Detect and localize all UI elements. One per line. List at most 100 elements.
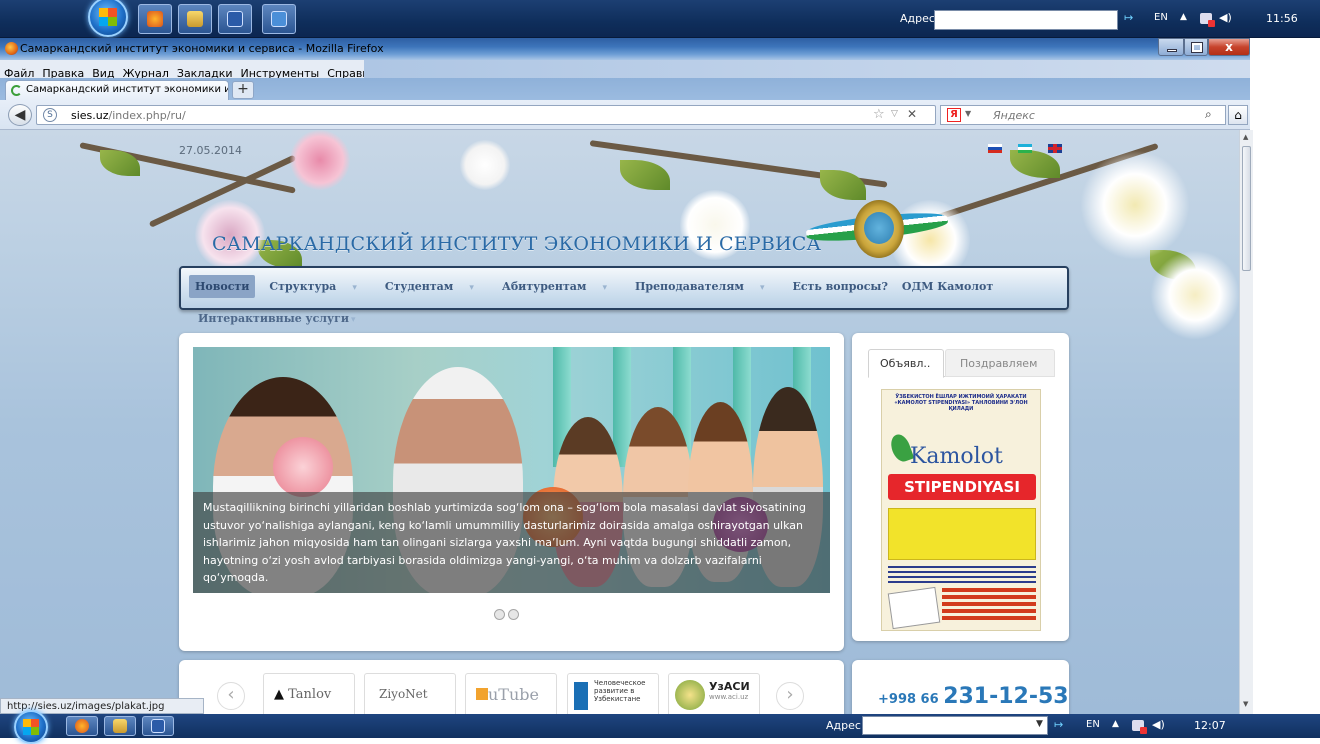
phone-number[interactable]: +998 66 231-12-53 <box>878 684 1069 709</box>
undp-icon <box>574 682 588 710</box>
site-identity-icon[interactable]: S <box>43 108 57 122</box>
clock[interactable]: 11:56 <box>1266 12 1298 25</box>
go-icon[interactable]: ↦ <box>1124 11 1133 24</box>
tab-congratulations[interactable]: Поздравляем <box>945 349 1055 377</box>
tabbar: Самаркандский институт экономики и... + <box>0 78 1250 100</box>
word-taskbar-button[interactable] <box>218 4 252 34</box>
russian-flag-icon[interactable] <box>988 144 1002 153</box>
nav-applicants[interactable]: Абитурентам ▾ <box>502 280 621 293</box>
current-date: 27.05.2014 <box>179 144 242 157</box>
volume-icon[interactable]: ◀) <box>1219 11 1232 24</box>
start-button[interactable] <box>88 0 128 37</box>
search-icon[interactable]: ⌕ <box>1205 107 1212 122</box>
dropdown-icon[interactable]: ▼ <box>1036 719 1043 729</box>
scroll-up-icon[interactable]: ▲ <box>1243 133 1248 141</box>
history-dropdown-icon[interactable]: ▽ <box>891 109 898 119</box>
english-flag-icon[interactable] <box>1048 144 1062 153</box>
poster-call-to-action <box>942 588 1036 620</box>
main-nav: Новости Структура ▾ Студентам ▾ Абитурентам ▾ П… <box>179 266 1069 310</box>
close-button[interactable]: x <box>1208 38 1250 56</box>
explorer-taskbar-button[interactable] <box>178 4 212 34</box>
start-button[interactable] <box>14 710 48 744</box>
slide-image[interactable]: Mustaqillikning birinchi yillaridan bosh… <box>193 347 830 593</box>
tray-expand-icon[interactable]: ▲ <box>1180 12 1187 22</box>
loading-icon <box>11 85 22 96</box>
app-taskbar-button[interactable] <box>262 4 296 34</box>
utube-icon <box>476 688 488 700</box>
partner-utube-label: uTube <box>488 685 539 704</box>
address-input[interactable] <box>934 10 1118 30</box>
slider-dot[interactable] <box>508 609 519 620</box>
scrollbar-thumb[interactable] <box>1242 146 1251 271</box>
explorer-taskbar-button[interactable] <box>104 716 136 736</box>
nav-questions[interactable]: Есть вопросы? <box>792 280 887 293</box>
url-host: sies.uz <box>71 109 109 122</box>
page-scrollbar[interactable]: ▲ ▼ <box>1239 130 1253 714</box>
site-title[interactable]: САМАРКАНДСКИЙ ИНСТИТУТ ЭКОНОМИКИ И СЕРВИ… <box>212 233 821 255</box>
clock[interactable]: 12:07 <box>1194 719 1226 732</box>
network-icon[interactable] <box>1200 13 1215 27</box>
poster-header: ЎЗБЕКИСТОН ЁШЛАР ИЖТИМОИЙ ҲАРАКАТИ «КАМО… <box>894 394 1028 412</box>
nav-structure[interactable]: Структура ▾ <box>269 280 370 293</box>
partner-ziyonet[interactable]: ZiyoNet <box>364 673 456 714</box>
taskbar-bottom: Адрес ▼ ↦ EN ▲ ◀) 12:07 <box>0 710 1320 744</box>
nav-kamolot[interactable]: ОДМ Камолот <box>902 280 993 293</box>
stop-icon[interactable]: ✕ <box>907 107 917 121</box>
kamolot-poster[interactable]: ЎЗБЕКИСТОН ЁШЛАР ИЖТИМОИЙ ҲАРАКАТИ «КАМО… <box>881 389 1041 631</box>
search-bar[interactable]: Я ▼ Яндекс ⌕ <box>940 105 1226 125</box>
poster-text-lines <box>888 566 1036 584</box>
language-indicator[interactable]: EN <box>1086 719 1100 730</box>
slider-dot[interactable] <box>494 609 505 620</box>
partner-utube[interactable]: uTube <box>465 673 557 714</box>
chevron-down-icon: ▾ <box>759 283 765 293</box>
partner-uzasi[interactable]: УзАСИ www.aci.uz <box>668 673 760 714</box>
leaf-decoration <box>620 160 670 190</box>
yandex-icon[interactable]: Я <box>947 108 961 122</box>
back-button[interactable]: ◀ <box>8 104 32 126</box>
network-icon[interactable] <box>1132 720 1147 734</box>
news-slider: Mustaqillikning birinchi yillaridan bosh… <box>179 333 844 651</box>
partner-undp[interactable]: Человеческое развитие в Узбекистане <box>567 673 659 714</box>
word-taskbar-button[interactable] <box>142 716 174 736</box>
url-bar[interactable]: S sies.uz/index.php/ru/ ☆ ▽ ✕ <box>36 105 936 125</box>
chevron-down-icon: ▾ <box>350 315 356 325</box>
dropdown-icon[interactable]: ▼ <box>1104 12 1111 22</box>
go-icon[interactable]: ↦ <box>1054 718 1063 731</box>
nav-students[interactable]: Студентам ▾ <box>385 280 488 293</box>
firefox-taskbar-button[interactable] <box>66 716 98 736</box>
nav-news[interactable]: Новости <box>189 275 256 298</box>
tray-expand-icon[interactable]: ▲ <box>1112 719 1119 729</box>
new-tab-button[interactable]: + <box>232 81 254 99</box>
scroll-down-icon[interactable]: ▼ <box>1243 700 1248 708</box>
address-input[interactable] <box>862 716 1048 735</box>
poster-info-block <box>888 508 1036 560</box>
announcement-tabs: Объявл.. Поздравляем <box>868 349 1055 378</box>
bookmark-star-icon[interactable]: ☆ <box>873 107 885 122</box>
navigation-toolbar: ◀ S sies.uz/index.php/ru/ ☆ ▽ ✕ Я ▼ Янде… <box>0 100 1250 130</box>
search-engine-dropdown-icon[interactable]: ▼ <box>965 109 971 118</box>
nav-teachers[interactable]: Преподавателям ▾ <box>635 280 778 293</box>
carousel-next-button[interactable]: › <box>776 682 804 710</box>
search-placeholder: Яндекс <box>993 109 1035 122</box>
uzbek-flag-icon[interactable] <box>1018 144 1032 153</box>
carousel-prev-button[interactable]: ‹ <box>217 682 245 710</box>
browser-tab[interactable]: Самаркандский институт экономики и... <box>5 80 229 100</box>
language-indicator[interactable]: EN <box>1154 12 1168 23</box>
nav-students-label: Студентам <box>384 280 454 293</box>
home-button[interactable]: ⌂ <box>1228 105 1248 125</box>
emblem-logo <box>805 200 949 262</box>
partner-tanlov[interactable]: ▲ Tanlov <box>263 673 355 714</box>
tab-announcements[interactable]: Объявл.. <box>868 349 944 378</box>
partner-uzasi-label: УзАСИ <box>709 680 750 693</box>
firefox-taskbar-button[interactable] <box>138 4 172 34</box>
volume-icon[interactable]: ◀) <box>1152 718 1165 731</box>
url-path: /index.php/ru/ <box>108 109 186 122</box>
nav-interactive-label: Интерактивные услуги <box>198 312 349 325</box>
minimize-button[interactable] <box>1158 38 1184 56</box>
graduation-cap-icon: ▲ <box>274 687 284 702</box>
maximize-button[interactable] <box>1184 38 1208 56</box>
nav-interactive-services[interactable]: Интерактивные услуги ▾ <box>198 312 356 325</box>
blossom-decoration <box>290 130 350 190</box>
taskbar-top: Адрес ▼ ↦ EN ▲ ◀) 11:56 <box>0 0 1320 38</box>
balloon <box>273 437 333 497</box>
